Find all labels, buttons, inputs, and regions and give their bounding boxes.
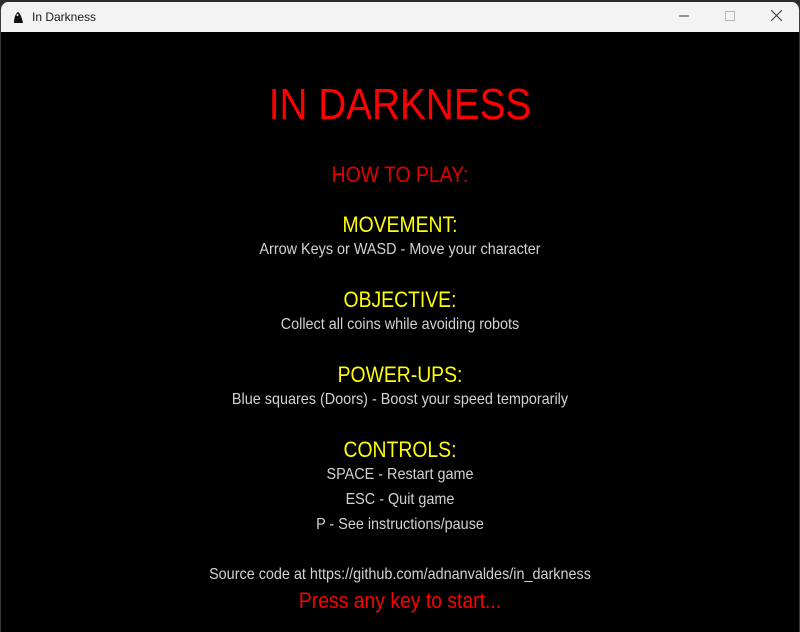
controls-heading: CONTROLS: (343, 437, 457, 462)
minimize-icon (679, 8, 689, 26)
power-ups-heading: POWER-UPS: (337, 362, 463, 387)
app-logo-icon (10, 9, 26, 25)
how-to-play-heading: HOW TO PLAY: (331, 162, 469, 187)
control-restart: SPACE - Restart game (326, 466, 474, 483)
maximize-icon (725, 8, 735, 26)
close-icon (770, 8, 782, 26)
title-bar[interactable]: In Darkness (1, 2, 799, 32)
objective-description: Collect all coins while avoiding robots (280, 316, 520, 333)
power-ups-description: Blue squares (Doors) - Boost your speed … (231, 391, 569, 408)
movement-description: Arrow Keys or WASD - Move your character (259, 241, 541, 258)
objective-heading: OBJECTIVE: (343, 287, 457, 312)
close-button[interactable] (753, 2, 799, 32)
minimize-button[interactable] (661, 2, 707, 32)
maximize-button[interactable] (707, 2, 753, 32)
source-code-text: Source code at https://github.com/adnanv… (209, 566, 591, 583)
window-title: In Darkness (32, 10, 97, 24)
game-window: In Darkness IN DARKNESS HOW TO PLAY: MOV… (0, 2, 800, 632)
game-title: IN DARKNESS (268, 80, 532, 129)
game-canvas[interactable]: IN DARKNESS HOW TO PLAY: MOVEMENT: Arrow… (1, 32, 799, 632)
movement-heading: MOVEMENT: (342, 212, 458, 237)
control-pause: P - See instructions/pause (316, 516, 484, 533)
start-prompt: Press any key to start... (298, 588, 502, 613)
window-controls (661, 2, 799, 32)
control-quit: ESC - Quit game (345, 491, 455, 508)
